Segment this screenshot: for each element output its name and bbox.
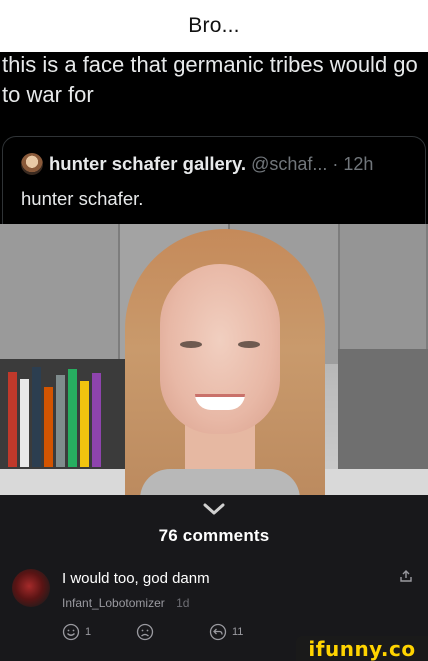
like-button[interactable]: 1 [62, 623, 91, 641]
comments-count: 76 comments [158, 526, 270, 545]
commenter-username[interactable]: Infant_Lobotomizer [62, 596, 165, 610]
meme-caption: Bro... [0, 0, 428, 52]
commenter-avatar[interactable] [12, 569, 50, 607]
comment-meta: Infant_Lobotomizer 1d [62, 596, 189, 610]
dislike-button[interactable] [136, 623, 159, 641]
quoted-user-avatar [21, 153, 43, 175]
frown-icon [136, 623, 154, 641]
quoted-tweet-card[interactable]: hunter schafer gallery. @schaf... · 12h … [2, 136, 426, 224]
reply-count: 11 [232, 626, 244, 638]
tweet-screenshot: this is a face that germanic tribes woul… [0, 52, 428, 224]
tweet-text: this is a face that germanic tribes woul… [2, 52, 418, 107]
share-icon[interactable] [399, 569, 413, 583]
caption-text: Bro... [188, 14, 240, 37]
ifunny-watermark: ifunny.co [296, 636, 428, 661]
watermark-text: ifunny.co [308, 636, 416, 661]
quoted-tweet-body: hunter schafer. [21, 188, 144, 209]
reply-icon [209, 623, 227, 641]
quoted-tweet-header: hunter schafer gallery. @schaf... · 12h [21, 153, 373, 175]
comment-text: I would too, god danm [62, 570, 210, 587]
quoted-user-handle-time: @schaf... · 12h [251, 153, 374, 174]
chevron-down-icon[interactable] [203, 503, 225, 515]
like-count: 1 [85, 626, 92, 638]
portrait-photo [0, 224, 428, 495]
comment-time: 1d [176, 596, 190, 610]
reply-button[interactable]: 11 [209, 623, 243, 641]
smile-icon [62, 623, 80, 641]
quoted-user-name: hunter schafer gallery. [49, 153, 247, 174]
